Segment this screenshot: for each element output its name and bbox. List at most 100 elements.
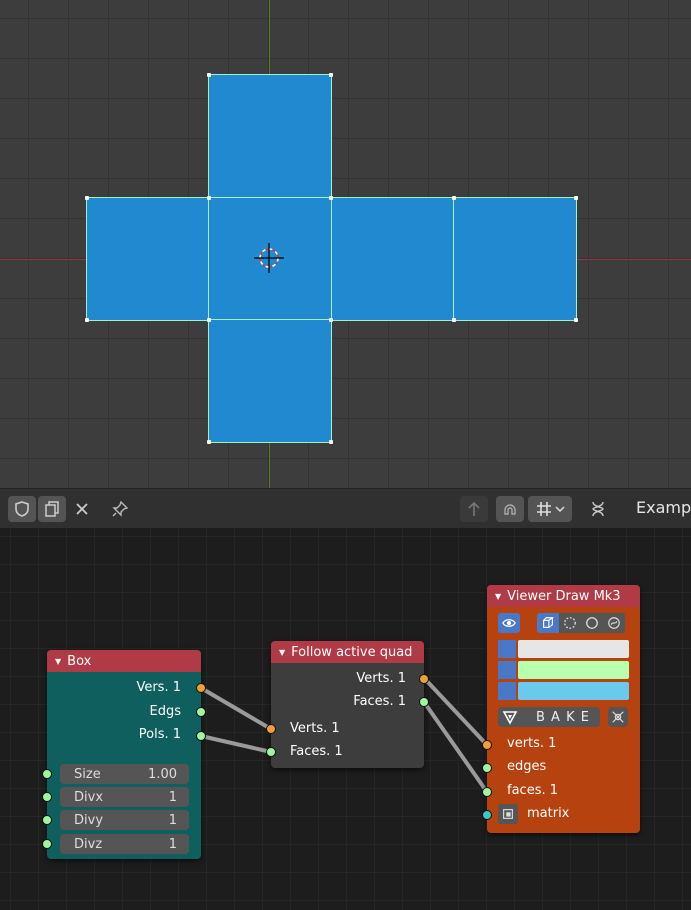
mesh-vertex[interactable] [574, 318, 578, 322]
close-icon [76, 503, 88, 515]
chevron-down-icon [555, 506, 565, 513]
divx-value: 1 [168, 789, 177, 805]
vertex-color-icon [498, 640, 516, 658]
collapse-triangle-icon[interactable]: ▼ [495, 592, 501, 601]
node-tree-name[interactable]: Examp [636, 498, 691, 517]
node-editor-header: Examp [0, 488, 691, 529]
3d-viewport[interactable] [0, 0, 691, 488]
mode-smooth-button[interactable] [603, 613, 625, 633]
vertex-color-swatch[interactable] [518, 640, 629, 658]
3d-cursor-icon[interactable] [254, 243, 284, 273]
sverchok-tree-button[interactable] [584, 496, 612, 522]
box-node[interactable]: ▼ Box Vers. 1 Edgs Pols. 1 Size 1.00 Div… [42, 650, 206, 859]
mesh-vertex[interactable] [329, 318, 333, 322]
circle-icon [586, 617, 598, 629]
output-socket-pols[interactable] [196, 731, 206, 741]
edge-color-row[interactable] [498, 660, 629, 680]
mesh-vertex[interactable] [329, 73, 333, 77]
mesh-vertex[interactable] [207, 440, 211, 444]
collapse-triangle-icon[interactable]: ▼ [55, 657, 61, 666]
mesh-vertex[interactable] [207, 318, 211, 322]
display-mode-group [537, 613, 625, 633]
input-socket-size[interactable] [42, 769, 52, 779]
parent-tree-button[interactable] [460, 496, 488, 522]
viewer-draw-node[interactable]: ▼ Viewer Draw Mk3 B A K E verts. 1 edges… [482, 585, 640, 833]
mesh-vertex[interactable] [207, 196, 211, 200]
input-socket-divx[interactable] [42, 792, 52, 802]
divz-value: 1 [168, 836, 177, 852]
visibility-toggle[interactable] [498, 613, 520, 633]
snap-element-dropdown[interactable] [528, 496, 572, 522]
mesh-vertex[interactable] [452, 196, 456, 200]
input-label-edges: edges [507, 759, 547, 774]
dotted-circle-icon [564, 617, 576, 629]
mesh-vertex[interactable] [85, 196, 89, 200]
face-color-icon [498, 682, 516, 700]
viewer-node-title: Viewer Draw Mk3 [507, 588, 621, 604]
face-color-swatch[interactable] [518, 682, 629, 700]
swirl-icon [608, 617, 620, 629]
input-socket-matrix[interactable] [482, 810, 492, 820]
follow-active-quad-node[interactable]: ▼ Follow active quad Verts. 1 Faces. 1 V… [266, 641, 429, 768]
output-socket-edgs[interactable] [196, 707, 206, 717]
mesh-face-far-right[interactable] [453, 197, 577, 321]
dna-icon [592, 501, 604, 517]
divz-label: Divz [74, 836, 103, 852]
input-socket-verts[interactable] [482, 740, 492, 750]
input-socket-faces[interactable] [266, 747, 276, 757]
mode-edge-button[interactable] [559, 613, 581, 633]
output-socket-verts[interactable] [419, 674, 429, 684]
vertex-color-row[interactable] [498, 639, 629, 659]
output-label-faces: Faces. 1 [353, 694, 406, 709]
snap-grid-icon [537, 502, 551, 516]
mesh-vertex[interactable] [85, 318, 89, 322]
input-socket-divy[interactable] [42, 815, 52, 825]
input-label-faces: faces. 1 [507, 783, 558, 798]
face-color-row[interactable] [498, 681, 629, 701]
mesh-face-right[interactable] [331, 197, 454, 321]
box-node-header[interactable]: ▼ Box [47, 650, 201, 672]
snap-toggle-button[interactable] [496, 496, 524, 522]
mesh-face-left[interactable] [86, 197, 210, 321]
node-editor-canvas[interactable]: ▼ Box Vers. 1 Edgs Pols. 1 Size 1.00 Div… [0, 528, 691, 910]
mesh-face-top[interactable] [208, 74, 332, 198]
fake-user-button[interactable] [8, 496, 36, 522]
bake-button[interactable]: B A K E [498, 707, 600, 727]
output-label-verts: Verts. 1 [356, 671, 406, 686]
follow-node-header[interactable]: ▼ Follow active quad [271, 641, 424, 663]
collapse-triangle-icon[interactable]: ▼ [279, 648, 285, 657]
size-field[interactable]: Size 1.00 [60, 764, 189, 784]
input-socket-verts[interactable] [266, 724, 276, 734]
mesh-face-bottom[interactable] [208, 319, 332, 443]
edge-color-icon [498, 661, 516, 679]
pin-icon [112, 500, 129, 517]
edge-color-swatch[interactable] [518, 661, 629, 679]
mesh-vertex[interactable] [207, 73, 211, 77]
new-tree-button[interactable] [38, 496, 66, 522]
follow-node-title: Follow active quad [291, 644, 413, 660]
mesh-vertex[interactable] [329, 440, 333, 444]
mesh-vertex[interactable] [452, 318, 456, 322]
mode-vertex-button[interactable] [537, 613, 559, 633]
input-socket-divz[interactable] [42, 839, 52, 849]
divx-field[interactable]: Divx 1 [60, 787, 189, 807]
output-label-edgs: Edgs [149, 704, 182, 719]
output-label-verts: Vers. 1 [136, 680, 181, 695]
link-follow-verts [422, 676, 489, 747]
mesh-vertex[interactable] [329, 196, 333, 200]
pin-button[interactable] [106, 496, 134, 522]
divy-field[interactable]: Divy 1 [60, 810, 189, 830]
size-label: Size [74, 766, 101, 782]
bake-options-button[interactable] [608, 707, 628, 727]
output-socket-verts[interactable] [196, 683, 206, 693]
mesh-vertex[interactable] [574, 196, 578, 200]
output-socket-faces[interactable] [419, 697, 429, 707]
mode-face-button[interactable] [581, 613, 603, 633]
arrow-up-icon [468, 501, 480, 516]
link-box-pols [199, 734, 273, 754]
input-socket-faces[interactable] [482, 787, 492, 797]
viewer-node-header[interactable]: ▼ Viewer Draw Mk3 [487, 585, 640, 607]
divz-field[interactable]: Divz 1 [60, 834, 189, 854]
unlink-button[interactable] [68, 496, 96, 522]
input-socket-edges[interactable] [482, 763, 492, 773]
